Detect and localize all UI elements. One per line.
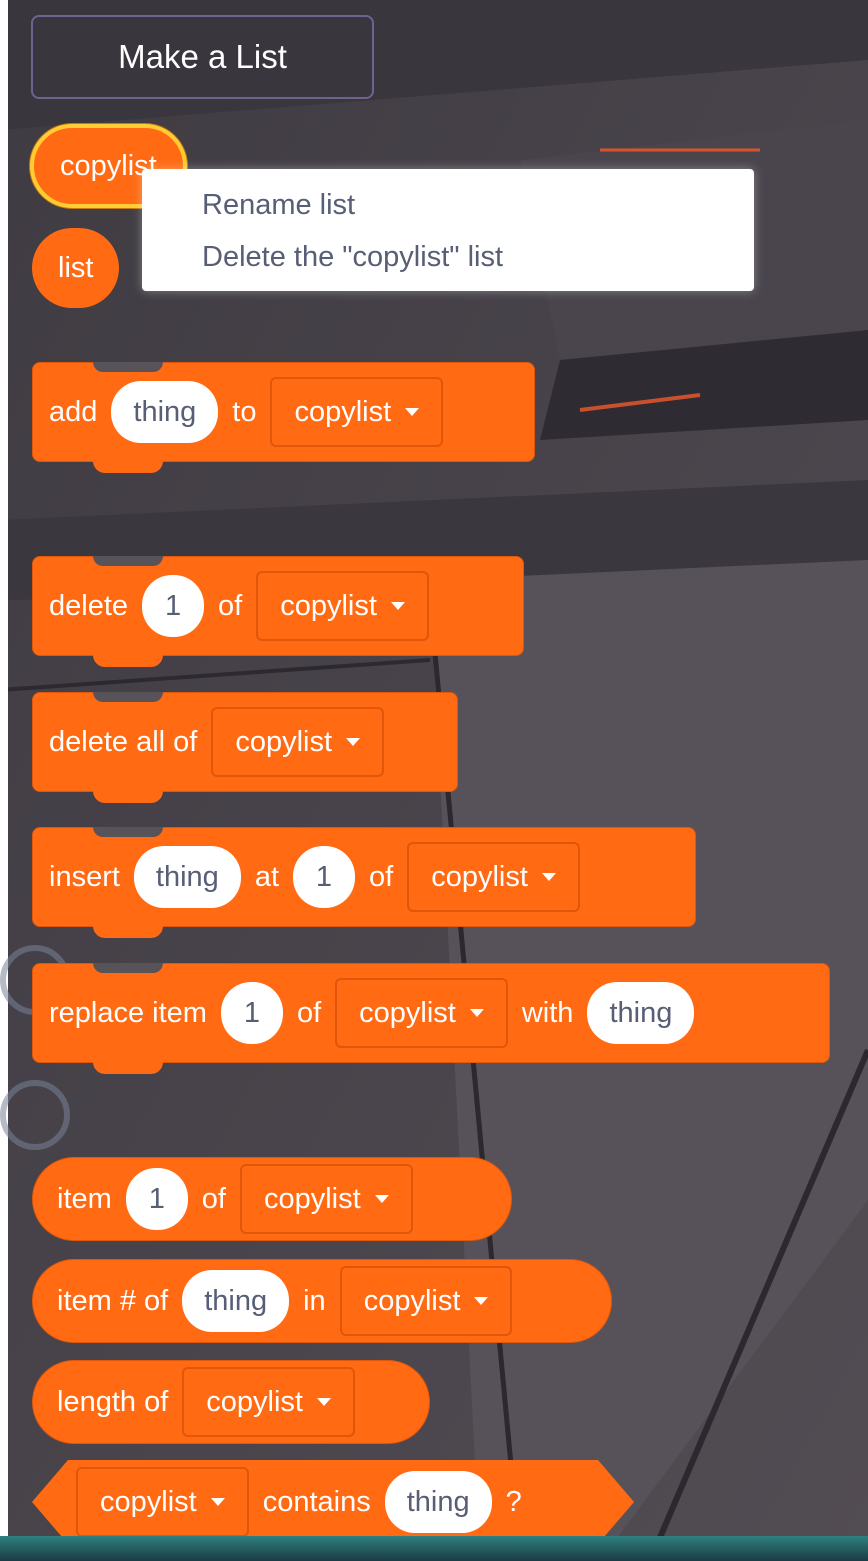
block-text: replace item [49, 996, 207, 1029]
item-number-reporter[interactable]: item # of thing in copylist [32, 1259, 612, 1343]
block-text: delete all of [49, 725, 198, 758]
list-reporter-list[interactable]: list [32, 228, 120, 308]
caret-down-icon [374, 1195, 389, 1203]
list-dropdown[interactable]: copylist [76, 1467, 249, 1537]
block-text: ? [505, 1485, 522, 1518]
index-input[interactable]: 1 [293, 846, 355, 908]
list-contains-boolean[interactable]: copylist contains thing ? [32, 1460, 634, 1544]
index-input[interactable]: 1 [220, 982, 283, 1044]
block-text: at [254, 860, 279, 893]
block-text: with [521, 996, 574, 1029]
block-text: to [232, 395, 257, 428]
dropdown-value: copylist [363, 1284, 461, 1317]
delete-item-block[interactable]: delete 1 of copylist [32, 556, 524, 667]
block-text: of [201, 1182, 226, 1215]
list-dropdown[interactable]: copylist [339, 1266, 513, 1336]
thing-input[interactable]: thing [182, 1270, 290, 1332]
replace-item-block[interactable]: replace item 1 of copylist with thing [32, 963, 830, 1074]
list-dropdown[interactable]: copylist [211, 707, 385, 777]
caret-down-icon [390, 602, 405, 610]
thing-input[interactable]: thing [133, 846, 241, 908]
reporter-label: list [58, 251, 94, 284]
list-dropdown[interactable]: copylist [182, 1367, 355, 1437]
dropdown-value: copylist [280, 589, 377, 622]
block-text: item [57, 1182, 112, 1215]
block-text: add [49, 395, 98, 428]
item-of-list-reporter[interactable]: item 1 of copylist [32, 1157, 512, 1241]
make-a-list-label: Make a List [118, 38, 287, 75]
make-a-list-button[interactable]: Make a List [31, 15, 374, 99]
caret-down-icon [541, 873, 556, 881]
dropdown-value: copylist [235, 725, 333, 758]
delete-all-block[interactable]: delete all of copylist [32, 692, 458, 803]
block-text: in [303, 1284, 326, 1317]
context-menu: Rename list Delete the "copylist" list [142, 169, 754, 291]
dropdown-value: copylist [100, 1485, 197, 1518]
dropdown-value: copylist [294, 395, 392, 428]
caret-down-icon [346, 738, 361, 746]
thing-input[interactable]: thing [587, 982, 695, 1044]
thing-input[interactable]: thing [385, 1471, 492, 1533]
block-text: of [296, 996, 322, 1029]
block-text: of [218, 589, 243, 622]
caret-down-icon [211, 1498, 225, 1506]
list-dropdown[interactable]: copylist [256, 571, 429, 641]
dropdown-value: copylist [263, 1182, 361, 1215]
caret-down-icon [316, 1398, 331, 1406]
block-text: item # of [57, 1284, 169, 1317]
block-text: length of [57, 1385, 169, 1418]
rename-list-menu-item[interactable]: Rename list [202, 189, 355, 222]
dropdown-value: copylist [431, 860, 528, 893]
list-dropdown[interactable]: copylist [407, 842, 580, 912]
index-input[interactable]: 1 [125, 1168, 188, 1230]
caret-down-icon [469, 1009, 484, 1017]
length-of-list-reporter[interactable]: length of copylist [32, 1360, 430, 1444]
dropdown-value: copylist [359, 996, 456, 1029]
list-dropdown[interactable]: copylist [270, 377, 444, 447]
left-edge-strip [0, 0, 8, 1561]
index-input[interactable]: 1 [142, 575, 205, 637]
dropdown-value: copylist [206, 1385, 303, 1418]
bottom-bar [0, 1536, 868, 1561]
block-text: of [369, 860, 394, 893]
caret-down-icon [405, 408, 420, 416]
block-text: insert [49, 860, 120, 893]
list-dropdown[interactable]: copylist [335, 978, 508, 1048]
delete-list-menu-item[interactable]: Delete the "copylist" list [202, 241, 503, 274]
block-text: contains [262, 1485, 371, 1518]
caret-down-icon [474, 1297, 489, 1305]
list-dropdown[interactable]: copylist [239, 1164, 413, 1234]
thing-input[interactable]: thing [111, 381, 219, 443]
insert-at-block[interactable]: insert thing at 1 of copylist [32, 827, 696, 938]
block-text: delete [49, 589, 129, 622]
add-to-list-block[interactable]: add thing to copylist [32, 362, 535, 473]
zoom-out-icon[interactable] [0, 1080, 70, 1150]
